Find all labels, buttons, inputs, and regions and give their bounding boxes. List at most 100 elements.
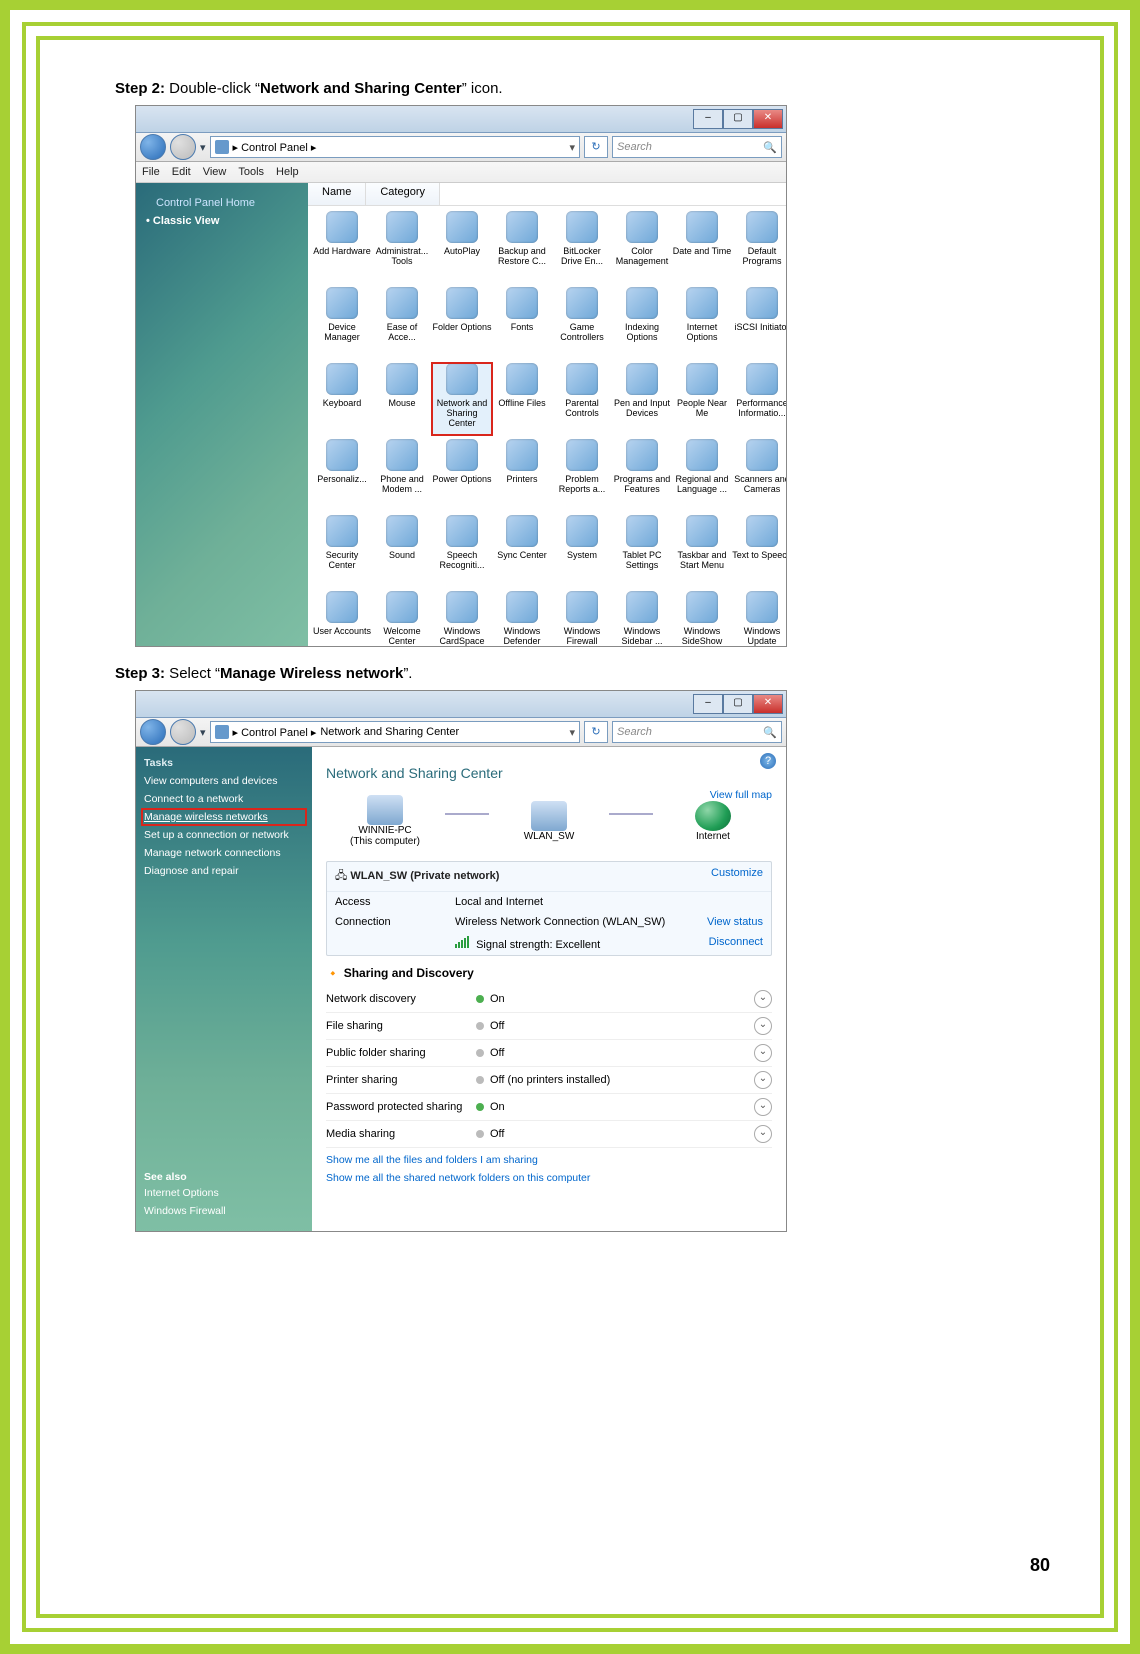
view-full-map-link[interactable]: View full map <box>710 789 772 801</box>
expand-button[interactable]: ⌄ <box>754 1071 772 1089</box>
cp-item[interactable]: Game Controllers <box>552 287 612 359</box>
cp-item[interactable]: Programs and Features <box>612 439 672 511</box>
back-button-2[interactable] <box>140 719 166 745</box>
cp-item[interactable]: Performance Informatio... <box>732 363 786 435</box>
customize-link[interactable]: Customize <box>711 867 763 886</box>
cp-item[interactable]: User Accounts <box>312 591 372 647</box>
menu-file[interactable]: File <box>142 166 160 178</box>
cp-item[interactable]: Mouse <box>372 363 432 435</box>
cp-item[interactable]: Date and Time <box>672 211 732 283</box>
close-button[interactable]: ✕ <box>753 109 783 129</box>
cp-item[interactable]: Keyboard <box>312 363 372 435</box>
cp-item[interactable]: Indexing Options <box>612 287 672 359</box>
view-status-link[interactable]: View status <box>683 916 763 928</box>
task-link[interactable]: Manage wireless networks <box>144 811 304 823</box>
refresh-button[interactable]: ↻ <box>584 136 608 158</box>
sidebar-classic-view[interactable]: Classic View <box>146 215 298 227</box>
maximize-button-2[interactable]: ▢ <box>723 694 753 714</box>
cp-item[interactable]: AutoPlay <box>432 211 492 283</box>
show-folders-link[interactable]: Show me all the shared network folders o… <box>326 1172 772 1184</box>
cp-item[interactable]: Sync Center <box>492 515 552 587</box>
cp-item[interactable]: Backup and Restore C... <box>492 211 552 283</box>
cp-item[interactable]: Administrat... Tools <box>372 211 432 283</box>
breadcrumb-box-2[interactable]: ▸ Control Panel ▸ Network and Sharing Ce… <box>210 721 580 743</box>
search-input[interactable]: Search 🔍 <box>612 136 782 158</box>
cp-item[interactable]: Regional and Language ... <box>672 439 732 511</box>
expand-button[interactable]: ⌄ <box>754 990 772 1008</box>
disconnect-link[interactable]: Disconnect <box>683 936 763 951</box>
expand-button[interactable]: ⌄ <box>754 1125 772 1143</box>
cp-item[interactable]: BitLocker Drive En... <box>552 211 612 283</box>
cp-item[interactable]: Windows Sidebar ... <box>612 591 672 647</box>
maximize-button[interactable]: ▢ <box>723 109 753 129</box>
back-button[interactable] <box>140 134 166 160</box>
see-also-internet-options[interactable]: Internet Options <box>144 1187 226 1199</box>
menu-help[interactable]: Help <box>276 166 299 178</box>
breadcrumb-box[interactable]: ▸ Control Panel ▸ ▾ <box>210 136 580 158</box>
cp-item[interactable]: Add Hardware <box>312 211 372 283</box>
col-category[interactable]: Category <box>366 183 440 205</box>
help-button[interactable]: ? <box>760 753 776 769</box>
minimize-button-2[interactable]: – <box>693 694 723 714</box>
task-link[interactable]: Set up a connection or network <box>144 829 304 841</box>
cp-item[interactable]: Taskbar and Start Menu <box>672 515 732 587</box>
cp-item[interactable]: Windows CardSpace <box>432 591 492 647</box>
cp-item[interactable]: Folder Options <box>432 287 492 359</box>
cp-item[interactable]: Printers <box>492 439 552 511</box>
refresh-button-2[interactable]: ↻ <box>584 721 608 743</box>
menu-edit[interactable]: Edit <box>172 166 191 178</box>
minimize-button[interactable]: – <box>693 109 723 129</box>
cp-item[interactable]: Security Center <box>312 515 372 587</box>
cp-item[interactable]: Sound <box>372 515 432 587</box>
nav-dropdown-icon[interactable]: ▾ <box>200 141 206 154</box>
forward-button-2[interactable] <box>170 719 196 745</box>
cp-item[interactable]: Windows Update <box>732 591 786 647</box>
forward-button[interactable] <box>170 134 196 160</box>
cp-item[interactable]: Scanners and Cameras <box>732 439 786 511</box>
col-name[interactable]: Name <box>308 183 366 205</box>
see-also-windows-firewall[interactable]: Windows Firewall <box>144 1205 226 1217</box>
menu-view[interactable]: View <box>203 166 227 178</box>
cp-item[interactable]: Windows Firewall <box>552 591 612 647</box>
cp-item[interactable]: Offline Files <box>492 363 552 435</box>
cp-item[interactable]: Color Management <box>612 211 672 283</box>
cp-item[interactable]: People Near Me <box>672 363 732 435</box>
cp-item[interactable]: System <box>552 515 612 587</box>
task-link[interactable]: Manage network connections <box>144 847 304 859</box>
menu-tools[interactable]: Tools <box>238 166 264 178</box>
cp-item[interactable]: Default Programs <box>732 211 786 283</box>
cp-item[interactable]: Ease of Acce... <box>372 287 432 359</box>
cp-item[interactable]: Windows Defender <box>492 591 552 647</box>
cp-item[interactable]: Text to Speech <box>732 515 786 587</box>
sidebar-home-link[interactable]: Control Panel Home <box>156 197 298 209</box>
cp-item[interactable]: Speech Recogniti... <box>432 515 492 587</box>
close-button-2[interactable]: ✕ <box>753 694 783 714</box>
expand-button[interactable]: ⌄ <box>754 1098 772 1116</box>
breadcrumb-dropdown-icon[interactable]: ▾ <box>569 141 575 154</box>
cp-item-label: Internet Options <box>672 322 732 342</box>
cp-item[interactable]: Network and Sharing Center <box>432 363 492 435</box>
cp-item[interactable]: Fonts <box>492 287 552 359</box>
cp-item[interactable]: Pen and Input Devices <box>612 363 672 435</box>
expand-button[interactable]: ⌄ <box>754 1017 772 1035</box>
show-files-link[interactable]: Show me all the files and folders I am s… <box>326 1154 772 1166</box>
task-link[interactable]: View computers and devices <box>144 775 304 787</box>
cp-item[interactable]: Welcome Center <box>372 591 432 647</box>
cp-item[interactable]: Phone and Modem ... <box>372 439 432 511</box>
cp-item[interactable]: Tablet PC Settings <box>612 515 672 587</box>
cp-item[interactable]: Power Options <box>432 439 492 511</box>
cp-item[interactable]: Internet Options <box>672 287 732 359</box>
task-link[interactable]: Connect to a network <box>144 793 304 805</box>
nav-dropdown-icon-2[interactable]: ▾ <box>200 726 206 739</box>
task-link[interactable]: Diagnose and repair <box>144 865 304 877</box>
cp-item[interactable]: Problem Reports a... <box>552 439 612 511</box>
cp-item-label: Taskbar and Start Menu <box>672 550 732 570</box>
cp-item[interactable]: Device Manager <box>312 287 372 359</box>
breadcrumb-dropdown-2[interactable]: ▾ <box>569 726 575 739</box>
cp-item[interactable]: Windows SideShow <box>672 591 732 647</box>
cp-item[interactable]: Parental Controls <box>552 363 612 435</box>
cp-item[interactable]: Personaliz... <box>312 439 372 511</box>
cp-item[interactable]: iSCSI Initiator <box>732 287 786 359</box>
search-input-2[interactable]: Search 🔍 <box>612 721 782 743</box>
expand-button[interactable]: ⌄ <box>754 1044 772 1062</box>
